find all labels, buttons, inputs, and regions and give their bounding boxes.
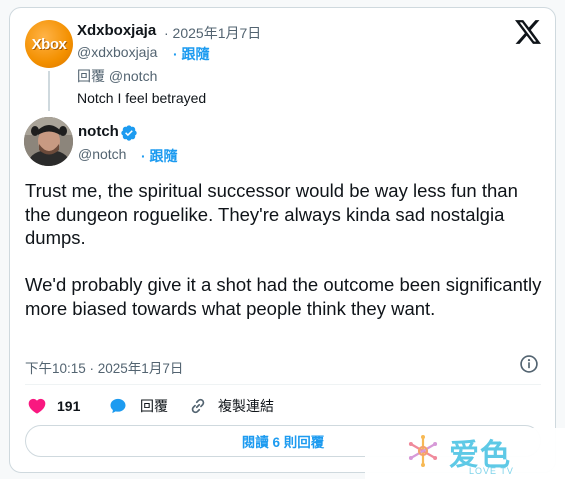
parent-replying-to: 回覆 @notch	[77, 68, 158, 84]
reply-label: 回覆	[140, 398, 168, 414]
tweet-timestamp[interactable]: 下午10:15 · 2025年1月7日	[25, 357, 183, 377]
x-logo-icon[interactable]	[515, 20, 541, 44]
author-follow-link[interactable]: · 跟隨	[141, 146, 178, 166]
snowflake-icon	[408, 435, 438, 467]
reply-bubble-icon	[110, 398, 126, 414]
copy-link-label: 複製連結	[218, 398, 274, 414]
tweet-paragraph: We'd probably give it a shot had the out…	[25, 274, 542, 319]
like-count: 191	[57, 398, 81, 414]
author-avatar-photo	[24, 117, 73, 166]
copy-link-button[interactable]: 複製連結	[188, 396, 274, 416]
parent-tweet-text: Notch I feel betrayed	[77, 90, 207, 106]
parent-display-name[interactable]: Xdxboxjaja	[77, 22, 156, 39]
watermark: 爱色 LOVE TV	[365, 428, 565, 479]
author-avatar[interactable]	[24, 117, 73, 166]
tweet-paragraph: Trust me, the spiritual successor would …	[25, 180, 518, 248]
parent-avatar[interactable]: Xbox	[25, 20, 73, 68]
watermark-subtitle: LOVE TV	[469, 466, 514, 476]
reply-button[interactable]: 回覆	[108, 396, 168, 416]
author-handle[interactable]: @notch	[78, 146, 126, 162]
parent-follow-link[interactable]: · 跟隨	[173, 44, 210, 64]
parent-avatar-logo-text: Xbox	[31, 35, 67, 53]
parent-handle[interactable]: @xdxboxjaja	[77, 44, 157, 60]
author-display-name[interactable]: notch	[78, 123, 119, 140]
tweet-body: Trust me, the spiritual successor would …	[25, 179, 545, 320]
like-button[interactable]: 191	[27, 396, 80, 416]
divider	[25, 384, 541, 385]
thread-connector-line	[48, 71, 50, 111]
heart-icon	[28, 398, 46, 414]
link-icon	[191, 398, 205, 414]
verified-badge-icon	[121, 125, 137, 141]
parent-date[interactable]: · 2025年1月7日	[164, 23, 261, 43]
info-icon[interactable]	[519, 354, 539, 374]
